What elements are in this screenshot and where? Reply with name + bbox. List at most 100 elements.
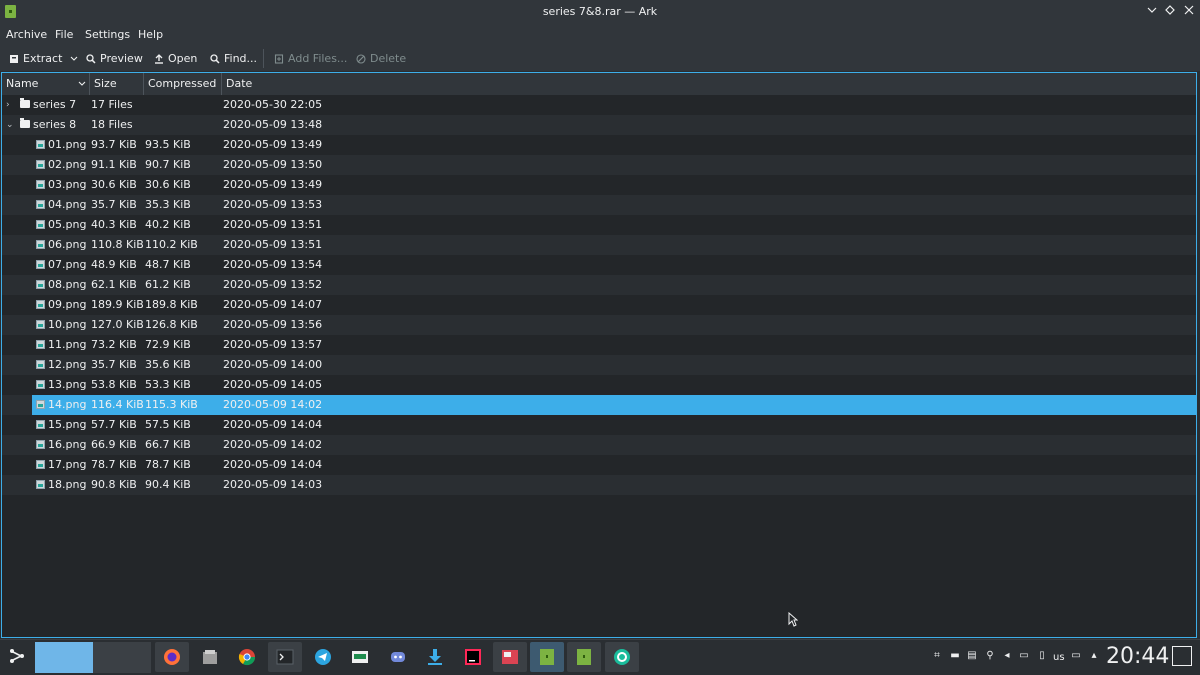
volume-tray-icon[interactable]: ◂	[1002, 651, 1012, 661]
file-size: 116.4 KiB	[91, 398, 144, 411]
network-tray-icon[interactable]: ⌗	[932, 651, 942, 661]
file-row[interactable]: 14.png 116.4 KiB 115.3 KiB 2020-05-09 14:02	[2, 395, 1196, 415]
preview-button[interactable]: Preview	[86, 51, 143, 66]
file-row[interactable]: 06.png 110.8 KiB 110.2 KiB 2020-05-09 13:51	[2, 235, 1196, 255]
column-header-date[interactable]: Date	[222, 73, 1196, 95]
clipboard-tray-icon[interactable]: ▤	[967, 651, 977, 661]
file-compressed-size: 40.2 KiB	[145, 218, 191, 231]
usb-tray-icon[interactable]: ▯	[1037, 651, 1047, 661]
find-button[interactable]: Find...	[210, 51, 257, 66]
image-file-icon	[36, 400, 45, 409]
folder-row[interactable]: › series 7 17 Files 2020-05-30 22:05	[2, 95, 1196, 115]
column-header-name-label: Name	[6, 77, 39, 90]
virtual-desktop-2[interactable]	[93, 642, 151, 673]
menu-help[interactable]: Help	[138, 28, 163, 41]
chevron-right-icon[interactable]: ›	[6, 95, 16, 115]
location-tray-icon[interactable]: ⚲	[985, 651, 995, 661]
file-row[interactable]: 12.png 35.7 KiB 35.6 KiB 2020-05-09 14:00	[2, 355, 1196, 375]
drive-tray-icon[interactable]: ▬	[950, 651, 960, 661]
file-row[interactable]: 13.png 53.8 KiB 53.3 KiB 2020-05-09 14:05	[2, 375, 1196, 395]
file-row[interactable]: 01.png 93.7 KiB 93.5 KiB 2020-05-09 13:49	[2, 135, 1196, 155]
file-size: 127.0 KiB	[91, 318, 144, 331]
maximize-icon[interactable]	[1161, 3, 1179, 21]
taskbar-firefox[interactable]	[155, 642, 189, 672]
taskbar-downloads[interactable]	[418, 642, 452, 672]
file-compressed-size: 110.2 KiB	[145, 238, 198, 251]
file-date: 2020-05-09 14:05	[223, 378, 323, 391]
file-name: 04.png	[48, 198, 87, 211]
taskbar-chrome[interactable]	[230, 642, 264, 672]
file-row[interactable]: 17.png 78.7 KiB 78.7 KiB 2020-05-09 14:04	[2, 455, 1196, 475]
virtual-desktop-1[interactable]	[35, 642, 93, 673]
taskbar-files[interactable]	[193, 642, 227, 672]
discord-icon	[391, 652, 405, 662]
file-name: series 8	[33, 118, 77, 131]
open-button[interactable]: Open	[154, 51, 197, 66]
file-compressed-size: 126.8 KiB	[145, 318, 198, 331]
file-date: 2020-05-09 13:52	[223, 278, 323, 291]
mouse-cursor-icon	[788, 612, 798, 627]
file-date: 2020-05-30 22:05	[223, 98, 323, 111]
delete-button[interactable]: Delete	[356, 51, 406, 66]
taskbar-discord[interactable]	[381, 642, 415, 672]
file-row[interactable]: 16.png 66.9 KiB 66.7 KiB 2020-05-09 14:02	[2, 435, 1196, 455]
menu-bar: Archive File Settings Help	[0, 24, 1200, 46]
taskbar-ark-active[interactable]	[530, 642, 564, 672]
file-row[interactable]: 18.png 90.8 KiB 90.4 KiB 2020-05-09 14:03	[2, 475, 1196, 495]
file-size: 90.8 KiB	[91, 478, 137, 491]
file-row[interactable]: 11.png 73.2 KiB 72.9 KiB 2020-05-09 13:57	[2, 335, 1196, 355]
add-files-label: Add Files...	[288, 52, 348, 65]
archive-file-view[interactable]: Name Size Compressed Date › series 7 17 Fi…	[1, 72, 1197, 638]
jetbrains-icon	[465, 649, 481, 665]
image-file-icon	[36, 480, 45, 489]
file-row[interactable]: 10.png 127.0 KiB 126.8 KiB 2020-05-09 13:56	[2, 315, 1196, 335]
open-label: Open	[168, 52, 198, 65]
taskbar-screenshot-tool[interactable]	[493, 642, 527, 672]
file-row[interactable]: 04.png 35.7 KiB 35.3 KiB 2020-05-09 13:53	[2, 195, 1196, 215]
tray-expand-icon[interactable]: ▴	[1089, 651, 1099, 661]
column-header-size[interactable]: Size	[90, 73, 144, 95]
keyboard-layout-indicator[interactable]: us	[1053, 652, 1065, 663]
file-compressed-size: 93.5 KiB	[145, 138, 191, 151]
display-tray-icon[interactable]: ▭	[1071, 651, 1081, 661]
taskbar-system-monitor[interactable]	[343, 642, 377, 672]
file-row[interactable]: 15.png 57.7 KiB 57.5 KiB 2020-05-09 14:04	[2, 415, 1196, 435]
file-date: 2020-05-09 13:57	[223, 338, 323, 351]
chevron-down-icon[interactable]	[70, 55, 78, 63]
file-compressed-size: 61.2 KiB	[145, 278, 191, 291]
extract-button[interactable]: Extract	[9, 51, 82, 66]
search-icon	[86, 53, 96, 64]
close-icon[interactable]	[1180, 3, 1198, 21]
file-row[interactable]: 09.png 189.9 KiB 189.8 KiB 2020-05-09 14:07	[2, 295, 1196, 315]
file-compressed-size: 35.6 KiB	[145, 358, 191, 371]
clock[interactable]: 20:44	[1106, 644, 1169, 669]
menu-file[interactable]: File	[55, 28, 73, 41]
upload-icon	[155, 53, 163, 64]
file-row[interactable]: 05.png 40.3 KiB 40.2 KiB 2020-05-09 13:51	[2, 215, 1196, 235]
file-row[interactable]: 08.png 62.1 KiB 61.2 KiB 2020-05-09 13:52	[2, 275, 1196, 295]
file-row[interactable]: 03.png 30.6 KiB 30.6 KiB 2020-05-09 13:49	[2, 175, 1196, 195]
chevron-down-icon[interactable]: ⌄	[6, 115, 16, 135]
app-launcher-icon[interactable]	[6, 645, 28, 670]
delete-icon	[356, 53, 366, 64]
file-compressed-size: 115.3 KiB	[145, 398, 198, 411]
ark-icon	[577, 649, 591, 665]
taskbar-telegram[interactable]	[306, 642, 340, 672]
menu-archive[interactable]: Archive	[6, 28, 47, 41]
column-header-compressed[interactable]: Compressed	[144, 73, 222, 95]
minimize-icon[interactable]	[1143, 3, 1161, 21]
add-files-button[interactable]: Add Files...	[274, 51, 347, 66]
image-file-icon	[36, 240, 45, 249]
menu-settings[interactable]: Settings	[85, 28, 130, 41]
file-row[interactable]: 07.png 48.9 KiB 48.7 KiB 2020-05-09 13:54	[2, 255, 1196, 275]
taskbar-ark[interactable]	[567, 642, 601, 672]
battery-tray-icon[interactable]: ▭	[1019, 651, 1029, 661]
folder-row[interactable]: ⌄ series 8 18 Files 2020-05-09 13:48	[2, 115, 1196, 135]
file-name: 09.png	[48, 298, 87, 311]
taskbar-settings[interactable]	[605, 642, 639, 672]
column-header-name[interactable]: Name	[2, 73, 90, 95]
taskbar-jetbrains[interactable]	[456, 642, 490, 672]
show-desktop-button[interactable]	[1172, 646, 1192, 666]
taskbar-terminal[interactable]	[268, 642, 302, 672]
file-row[interactable]: 02.png 91.1 KiB 90.7 KiB 2020-05-09 13:50	[2, 155, 1196, 175]
